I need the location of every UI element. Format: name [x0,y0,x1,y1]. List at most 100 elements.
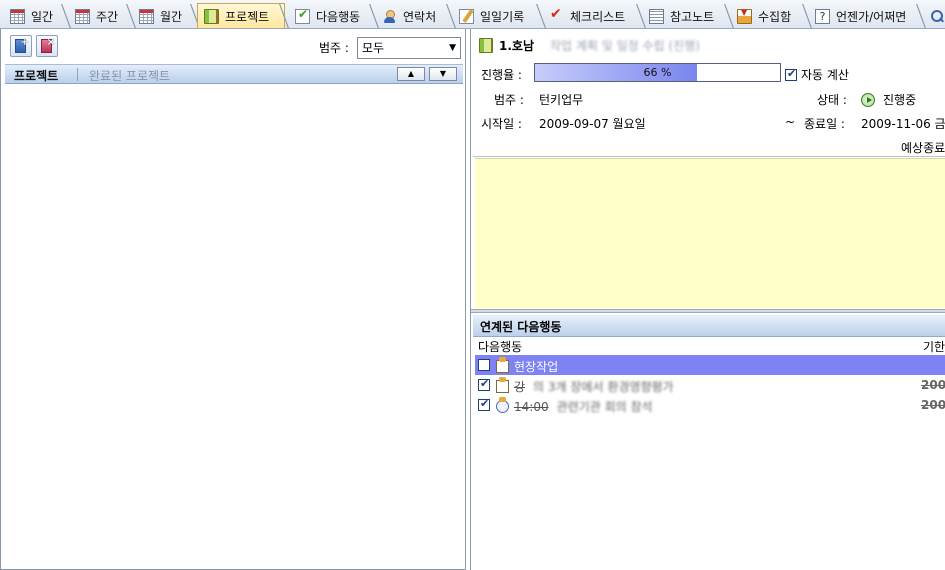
next-action-due: 200 [921,398,945,412]
tab-label: 수집함 [758,9,792,24]
search-icon [929,9,944,24]
tab-someday[interactable]: ? 언젠가/어쩌면 [809,4,927,28]
auto-calc-label: 자동 계산 [801,68,849,82]
journal-icon [459,8,474,24]
date-range-separator: ~ [785,115,796,129]
move-down-button[interactable]: ▼ [429,67,457,81]
next-actions-column-header: 다음행동 기한 [473,337,945,355]
divider [473,156,945,157]
start-date-label: 시작일 : [481,117,522,131]
tab-label: 일간 [31,9,54,24]
tab-label: 언젠가/어쩌면 [836,9,907,24]
tab-completed-projects[interactable]: 완료된 프로젝트 [89,67,170,84]
someday-icon: ? [815,8,830,24]
project-memo-area[interactable] [475,158,945,308]
next-action-checkbox[interactable] [478,359,490,371]
project-title-obscured: 작업 계획 및 일정 수립 (진행) [550,39,700,53]
progress-text: 66 % [643,66,672,79]
project-list-panel: + × 범주 : 모두 ▼ 프로젝트 완료된 프로젝트 ▲ ▼ [0,29,466,570]
calendar-month-icon [139,8,154,24]
next-action-text: 14:00 [514,400,549,414]
x-icon: × [46,37,55,48]
next-action-obscured: 의 3개 장에서 환경영향평가 [533,380,674,394]
tab-label: 체크리스트 [570,9,626,24]
tab-bar: 일간 주간 월간 프로젝트 다음행동 연락처 일일기록 체크리스트 참고노트 수… [0,0,945,29]
tab-inbox[interactable]: 수집함 [731,4,813,28]
next-action-icon [295,7,310,24]
next-action-due: 200 [921,378,945,392]
column-due[interactable]: 기한 [923,338,945,355]
category-filter-label: 범주 : [319,41,349,55]
tab-label: 월간 [160,9,183,24]
next-action-row[interactable]: 현장작업 [475,355,945,375]
project-toolbar: + × 범주 : 모두 ▼ [1,29,465,63]
column-next-action[interactable]: 다음행동 [478,338,522,355]
next-action-obscured: 관련기관 회의 참석 [556,400,653,414]
tab-checklist[interactable]: 체크리스트 [543,4,647,28]
panel-splitter[interactable] [471,309,945,313]
next-action-text: 현장작업 [514,360,559,374]
tab-reference-notes[interactable]: 참고노트 [643,4,735,28]
inbox-icon [737,8,752,24]
tab-search[interactable] [923,4,945,28]
status-label: 상태 : [817,93,847,107]
delete-project-button[interactable]: × [36,35,58,57]
contact-icon [382,9,397,24]
expected-end-label: 예상종료 [901,141,945,155]
tab-label: 프로젝트 [225,10,270,24]
task-icon [495,357,509,373]
status-indicator[interactable]: 진행중 [861,91,916,108]
project-detail-panel: 1.호남 작업 계획 및 일정 수립 (진행) 진행율 : 66 % 자동 계산… [470,29,945,570]
project-book-icon [204,9,219,24]
tab-monthly[interactable]: 월간 [133,4,201,28]
tab-projects-list[interactable]: 프로젝트 [14,67,58,84]
project-title: 1.호남 작업 계획 및 일정 수립 (진행) [479,37,700,54]
next-action-text-wrap: 14:00 관련기관 회의 참석 [514,398,653,415]
start-date-value[interactable]: 2009-09-07 월요일 [539,115,646,132]
tab-daily[interactable]: 일간 [4,4,72,28]
calendar-day-icon [10,8,25,24]
arrow-up-icon: ▲ [407,69,415,78]
clock-task-icon [495,397,509,413]
linked-next-actions-title: 연계된 다음행동 [480,320,562,334]
next-action-row[interactable]: 강 의 3개 장에서 환경영향평가 200 [475,375,945,395]
linked-next-actions-header: 연계된 다음행동 [473,315,945,337]
tab-next-actions[interactable]: 다음행동 [289,4,380,28]
reference-note-icon [649,8,664,24]
tab-label: 주간 [96,9,119,24]
project-title-text: 1.호남 [499,39,534,53]
next-action-checkbox[interactable] [478,397,490,411]
project-book-icon [479,38,493,53]
header-separator [77,68,78,81]
checklist-icon [549,6,564,24]
auto-calc-toggle[interactable]: 자동 계산 [785,66,849,83]
tab-journal[interactable]: 일일기록 [453,4,547,28]
tab-contacts[interactable]: 연락처 [376,4,457,28]
next-action-row[interactable]: 14:00 관련기관 회의 참석 200 [475,395,945,415]
end-date-value[interactable]: 2009-11-06 금 [861,115,945,132]
tab-label: 다음행동 [316,9,361,24]
next-action-text: 강 [514,380,526,394]
move-up-button[interactable]: ▲ [397,67,425,81]
tab-label: 연락처 [403,9,437,24]
category-filter-select[interactable]: 모두 ▼ [357,37,461,59]
status-value: 진행중 [883,93,917,107]
project-list-header: 프로젝트 완료된 프로젝트 ▲ ▼ [5,64,463,84]
progress-bar: 66 % [534,63,781,82]
dropdown-arrow-icon: ▼ [449,43,456,53]
tab-projects[interactable]: 프로젝트 [197,3,290,28]
plus-icon: + [20,37,29,48]
task-icon [495,377,509,393]
tab-label: 참고노트 [670,9,715,24]
calendar-week-icon [75,8,90,24]
category-value: 턴키업무 [539,93,584,107]
new-project-button[interactable]: + [10,35,32,57]
next-action-checkbox[interactable] [478,377,490,391]
tab-label: 일일기록 [480,9,525,24]
tab-weekly[interactable]: 주간 [69,4,137,28]
end-date-label: 종료일 : [804,117,845,131]
auto-calc-checkbox[interactable] [785,67,797,81]
progress-label: 진행율 : [481,68,522,82]
next-action-text-wrap: 강 의 3개 장에서 환경영향평가 [514,378,674,395]
play-status-icon [861,93,875,107]
